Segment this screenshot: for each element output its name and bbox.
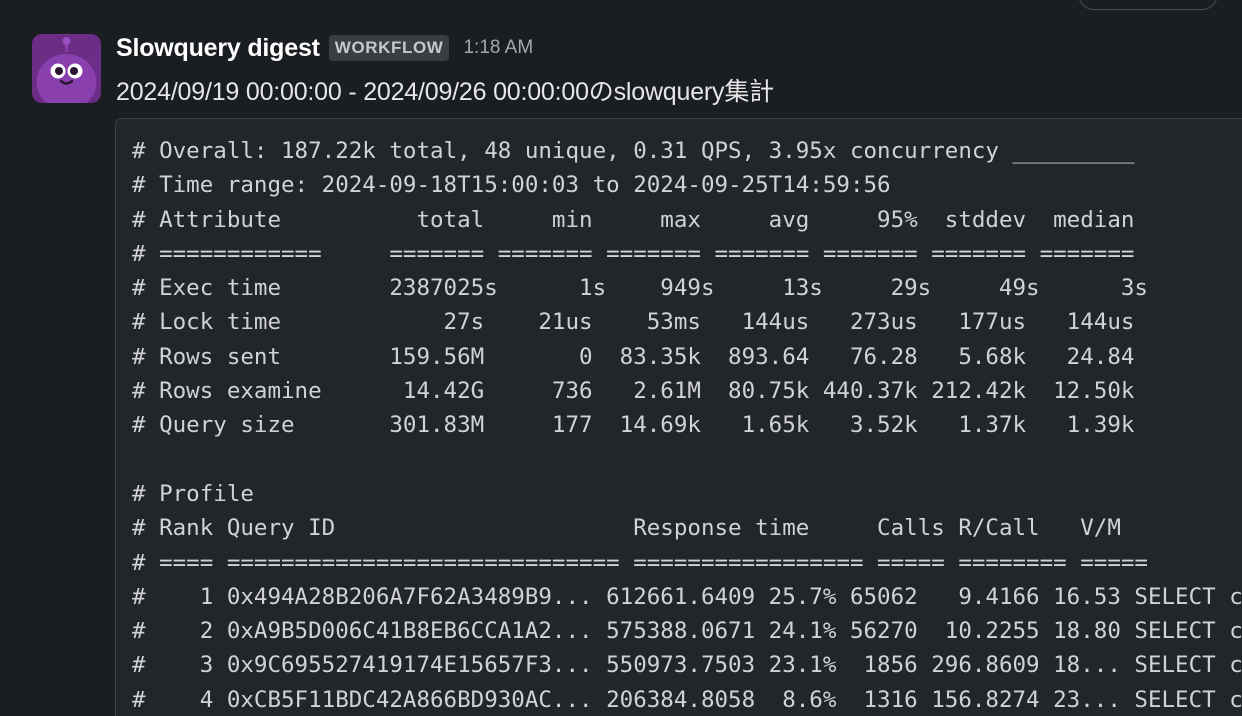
code-line-query-size: # Query size 301.83M 177 14.69k 1.65k 3.… [132,412,1135,439]
top-scroll-pill[interactable] [1078,0,1218,10]
sender-name[interactable]: Slowquery digest [116,34,320,63]
code-line-profile-separator: # ==== ============================= ===… [132,549,1148,576]
code-block: # Overall: 187.22k total, 48 unique, 0.3… [115,118,1242,716]
code-line-attribute-header: # Attribute total min max avg 95% stddev… [132,206,1135,233]
code-line-profile-row-2: # 2 0xA9B5D006C41B8EB6CCA1A2... 575388.0… [132,618,1242,645]
code-line-profile-header: # Rank Query ID Response time Calls R/Ca… [132,515,1121,542]
code-line-separator: # ============ ======= ======= ======= =… [132,240,1135,267]
code-line-overall: # Overall: 187.22k total, 48 unique, 0.3… [132,138,1135,164]
code-lines: # Overall: 187.22k total, 48 unique, 0.3… [132,134,1242,716]
code-line-time-range: # Time range: 2024-09-18T15:00:03 to 202… [132,172,891,199]
code-line-exec-time: # Exec time 2387025s 1s 949s 13s 29s 49s… [132,275,1148,302]
workflow-badge: WORKFLOW [328,35,450,61]
message-title: 2024/09/19 00:00:00 - 2024/09/26 00:00:0… [116,78,774,106]
message-timestamp[interactable]: 1:18 AM [463,37,533,59]
code-line-profile-title: # Profile [132,480,254,507]
code-line-profile-row-4: # 4 0xCB5F11BDC42A866BD930AC... 206384.8… [132,686,1242,713]
code-line-profile-row-3: # 3 0x9C695527419174E15657F3... 550973.7… [132,652,1242,679]
message-header: Slowquery digest WORKFLOW 1:18 AM [116,30,533,66]
code-line-rows-sent: # Rows sent 159.56M 0 83.35k 893.64 76.2… [132,343,1135,370]
code-line-rows-examine: # Rows examine 14.42G 736 2.61M 80.75k 4… [132,378,1135,405]
code-line-profile-row-1: # 1 0x494A28B206A7F62A3489B9... 612661.6… [132,583,1242,610]
robot-avatar-icon[interactable] [32,34,101,103]
code-line-lock-time: # Lock time 27s 21us 53ms 144us 273us 17… [132,309,1135,336]
